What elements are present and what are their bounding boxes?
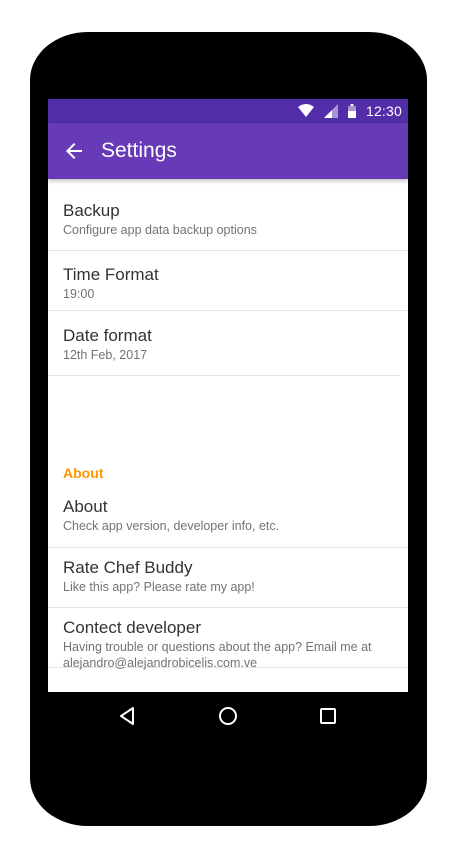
pref-title: Rate Chef Buddy	[63, 558, 193, 577]
arrow-back-icon[interactable]	[62, 139, 86, 163]
pref-item-contact-developer[interactable]: Contect developer Having trouble or ques…	[48, 608, 408, 670]
pref-title: Date format	[63, 326, 152, 345]
pref-item-time-format[interactable]: Time Format 19:00	[48, 251, 408, 311]
pref-summary: 19:00	[63, 287, 95, 301]
recents-square-icon[interactable]	[316, 704, 340, 728]
pref-title: Backup	[63, 201, 120, 220]
pref-title: About	[63, 497, 108, 516]
battery-icon	[347, 104, 356, 118]
pref-item-date-format[interactable]: Date format 12th Feb, 2017	[48, 311, 400, 376]
wifi-icon	[297, 104, 314, 118]
signal-icon	[323, 104, 338, 118]
category-about: About	[63, 465, 104, 481]
home-circle-icon[interactable]	[216, 704, 240, 728]
pref-summary: Like this app? Please rate my app!	[63, 580, 255, 594]
pref-summary: Having trouble or questions about the ap…	[63, 640, 372, 670]
pref-title: Time Format	[63, 265, 159, 284]
pref-summary: 12th Feb, 2017	[63, 348, 148, 362]
preference-list: Backup Configure app data backup options…	[48, 179, 408, 376]
status-time: 12:30	[365, 103, 402, 119]
back-triangle-icon[interactable]	[116, 704, 140, 728]
status-bar: 12:30	[48, 99, 408, 123]
screen: 12:30 Settings Backup Configure app data…	[48, 99, 408, 692]
pref-summary: Configure app data backup options	[63, 223, 257, 237]
pref-item-about[interactable]: About Check app version, developer info,…	[48, 488, 408, 548]
pref-item-backup[interactable]: Backup Configure app data backup options	[48, 179, 408, 251]
pref-summary: Check app version, developer info, etc.	[63, 519, 280, 533]
pref-item-rate-app[interactable]: Rate Chef Buddy Like this app? Please ra…	[48, 548, 408, 608]
app-bar: Settings	[48, 123, 408, 179]
navigation-bar	[48, 692, 408, 740]
pref-title: Contect developer	[63, 618, 201, 637]
page-title: Settings	[101, 139, 177, 162]
about-preference-list: About Check app version, developer info,…	[48, 488, 408, 670]
